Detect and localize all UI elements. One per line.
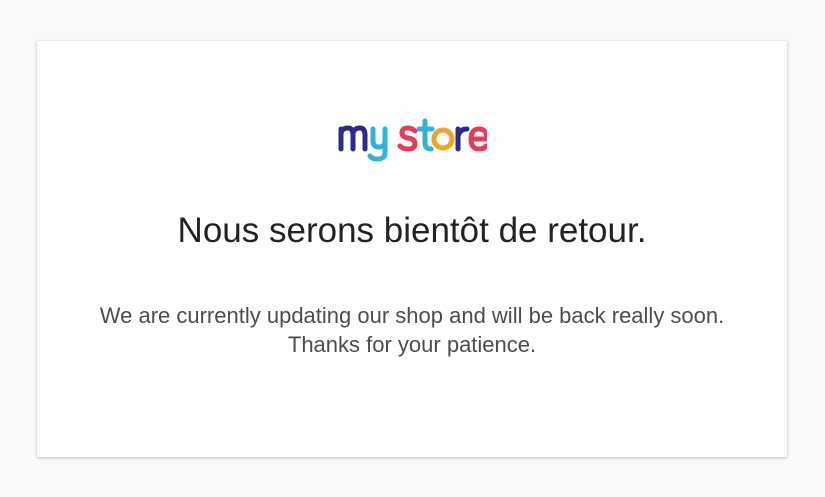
maintenance-card: Nous serons bientôt de retour. We are cu… [37,41,787,457]
store-logo-icon [338,118,487,162]
message-line-2: Thanks for your patience. [287,332,537,357]
message-line-1: We are currently updating our shop and w… [99,303,725,328]
maintenance-headline: Nous serons bientôt de retour. [177,211,647,250]
maintenance-message: We are currently updating our shop and w… [37,301,787,359]
store-logo [37,113,787,163]
